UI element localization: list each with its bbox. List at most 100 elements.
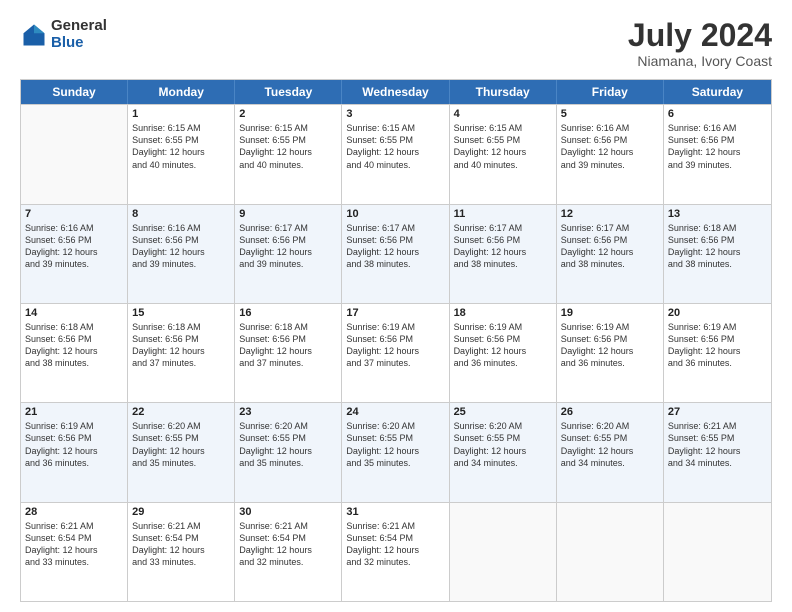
day-info: Sunrise: 6:20 AM Sunset: 6:55 PM Dayligh… — [454, 420, 552, 469]
cal-cell-w3-d4: 25Sunrise: 6:20 AM Sunset: 6:55 PM Dayli… — [450, 403, 557, 501]
header-monday: Monday — [128, 80, 235, 104]
day-number: 14 — [25, 307, 123, 319]
logo-text: General Blue — [51, 18, 107, 51]
day-info: Sunrise: 6:17 AM Sunset: 6:56 PM Dayligh… — [346, 222, 444, 271]
day-number: 20 — [668, 307, 767, 319]
day-info: Sunrise: 6:21 AM Sunset: 6:54 PM Dayligh… — [25, 520, 123, 569]
page: General Blue July 2024 Niamana, Ivory Co… — [0, 0, 792, 612]
day-info: Sunrise: 6:19 AM Sunset: 6:56 PM Dayligh… — [561, 321, 659, 370]
day-number: 1 — [132, 108, 230, 120]
day-number: 7 — [25, 208, 123, 220]
day-number: 3 — [346, 108, 444, 120]
cal-cell-w1-d6: 13 Sunrise: 6:18 AM Sunset: 6:56 PM Dayli… — [664, 205, 771, 303]
day-info: Sunrise: 6:19 AM Sunset: 6:56 PM Dayligh… — [346, 321, 444, 370]
header-thursday: Thursday — [450, 80, 557, 104]
day-info: Sunrise: 6:20 AM Sunset: 6:55 PM Dayligh… — [561, 420, 659, 469]
cal-cell-w3-d3: 24Sunrise: 6:20 AM Sunset: 6:55 PM Dayli… — [342, 403, 449, 501]
cal-cell-w1-d5: 12 Sunrise: 6:17 AM Sunset: 6:56 PM Dayli… — [557, 205, 664, 303]
day-number: 16 — [239, 307, 337, 319]
day-info: Sunrise: 6:19 AM Sunset: 6:56 PM Dayligh… — [668, 321, 767, 370]
day-number: 5 — [561, 108, 659, 120]
cal-cell-w4-d6 — [664, 503, 771, 601]
cal-cell-w0-d5: 5 Sunrise: 6:16 AM Sunset: 6:56 PM Daylig… — [557, 105, 664, 203]
week-5: 28 Sunrise: 6:21 AM Sunset: 6:54 PM Dayli… — [21, 502, 771, 601]
title-block: July 2024 Niamana, Ivory Coast — [628, 18, 772, 69]
day-info: Sunrise: 6:15 AM Sunset: 6:55 PM Dayligh… — [454, 122, 552, 171]
day-number: 12 — [561, 208, 659, 220]
cal-cell-w3-d0: 21 Sunrise: 6:19 AM Sunset: 6:56 PM Dayli… — [21, 403, 128, 501]
day-number: 6 — [668, 108, 767, 120]
day-number: 17 — [346, 307, 444, 319]
header-wednesday: Wednesday — [342, 80, 449, 104]
cal-cell-w2-d1: 15Sunrise: 6:18 AM Sunset: 6:56 PM Dayli… — [128, 304, 235, 402]
day-number: 22 — [132, 406, 230, 418]
cal-cell-w2-d2: 16 Sunrise: 6:18 AM Sunset: 6:56 PM Dayli… — [235, 304, 342, 402]
cal-cell-w0-d6: 6 Sunrise: 6:16 AM Sunset: 6:56 PM Daylig… — [664, 105, 771, 203]
day-number: 31 — [346, 506, 444, 518]
day-info: Sunrise: 6:17 AM Sunset: 6:56 PM Dayligh… — [454, 222, 552, 271]
week-1: 1 Sunrise: 6:15 AM Sunset: 6:55 PM Daylig… — [21, 104, 771, 203]
day-info: Sunrise: 6:16 AM Sunset: 6:56 PM Dayligh… — [561, 122, 659, 171]
day-number: 4 — [454, 108, 552, 120]
day-info: Sunrise: 6:17 AM Sunset: 6:56 PM Dayligh… — [239, 222, 337, 271]
logo-icon — [20, 21, 48, 49]
header-saturday: Saturday — [664, 80, 771, 104]
cal-cell-w3-d1: 22 Sunrise: 6:20 AM Sunset: 6:55 PM Dayli… — [128, 403, 235, 501]
day-number: 23 — [239, 406, 337, 418]
cal-cell-w4-d0: 28 Sunrise: 6:21 AM Sunset: 6:54 PM Dayli… — [21, 503, 128, 601]
day-info: Sunrise: 6:19 AM Sunset: 6:56 PM Dayligh… — [25, 420, 123, 469]
cal-cell-w4-d3: 31 Sunrise: 6:21 AM Sunset: 6:54 PM Dayli… — [342, 503, 449, 601]
calendar: Sunday Monday Tuesday Wednesday Thursday… — [20, 79, 772, 602]
day-info: Sunrise: 6:17 AM Sunset: 6:56 PM Dayligh… — [561, 222, 659, 271]
day-number: 21 — [25, 406, 123, 418]
header: General Blue July 2024 Niamana, Ivory Co… — [20, 18, 772, 69]
day-info: Sunrise: 6:18 AM Sunset: 6:56 PM Dayligh… — [132, 321, 230, 370]
day-info: Sunrise: 6:18 AM Sunset: 6:56 PM Dayligh… — [239, 321, 337, 370]
day-number: 18 — [454, 307, 552, 319]
week-2: 7 Sunrise: 6:16 AM Sunset: 6:56 PM Daylig… — [21, 204, 771, 303]
logo-general-text: General — [51, 18, 107, 35]
week-4: 21 Sunrise: 6:19 AM Sunset: 6:56 PM Dayli… — [21, 402, 771, 501]
day-number: 11 — [454, 208, 552, 220]
cal-cell-w1-d2: 9 Sunrise: 6:17 AM Sunset: 6:56 PM Daylig… — [235, 205, 342, 303]
day-info: Sunrise: 6:15 AM Sunset: 6:55 PM Dayligh… — [239, 122, 337, 171]
cal-cell-w1-d0: 7Sunrise: 6:16 AM Sunset: 6:56 PM Daylig… — [21, 205, 128, 303]
calendar-body: 1 Sunrise: 6:15 AM Sunset: 6:55 PM Daylig… — [21, 104, 771, 601]
calendar-header: Sunday Monday Tuesday Wednesday Thursday… — [21, 80, 771, 104]
cal-cell-w1-d3: 10 Sunrise: 6:17 AM Sunset: 6:56 PM Dayli… — [342, 205, 449, 303]
cal-cell-w2-d3: 17 Sunrise: 6:19 AM Sunset: 6:56 PM Dayli… — [342, 304, 449, 402]
day-number: 27 — [668, 406, 767, 418]
cal-cell-w4-d4 — [450, 503, 557, 601]
cal-cell-w0-d0 — [21, 105, 128, 203]
day-info: Sunrise: 6:15 AM Sunset: 6:55 PM Dayligh… — [132, 122, 230, 171]
cal-cell-w3-d5: 26 Sunrise: 6:20 AM Sunset: 6:55 PM Dayli… — [557, 403, 664, 501]
subtitle: Niamana, Ivory Coast — [628, 53, 772, 69]
day-info: Sunrise: 6:20 AM Sunset: 6:55 PM Dayligh… — [346, 420, 444, 469]
day-info: Sunrise: 6:16 AM Sunset: 6:56 PM Dayligh… — [132, 222, 230, 271]
cal-cell-w2-d6: 20 Sunrise: 6:19 AM Sunset: 6:56 PM Dayli… — [664, 304, 771, 402]
cal-cell-w3-d6: 27Sunrise: 6:21 AM Sunset: 6:55 PM Dayli… — [664, 403, 771, 501]
day-number: 10 — [346, 208, 444, 220]
cal-cell-w1-d4: 11 Sunrise: 6:17 AM Sunset: 6:56 PM Dayli… — [450, 205, 557, 303]
main-title: July 2024 — [628, 18, 772, 53]
day-info: Sunrise: 6:21 AM Sunset: 6:54 PM Dayligh… — [346, 520, 444, 569]
day-info: Sunrise: 6:20 AM Sunset: 6:55 PM Dayligh… — [132, 420, 230, 469]
cal-cell-w0-d1: 1 Sunrise: 6:15 AM Sunset: 6:55 PM Daylig… — [128, 105, 235, 203]
day-number: 26 — [561, 406, 659, 418]
cal-cell-w4-d5 — [557, 503, 664, 601]
day-number: 9 — [239, 208, 337, 220]
cal-cell-w4-d2: 30Sunrise: 6:21 AM Sunset: 6:54 PM Dayli… — [235, 503, 342, 601]
day-number: 13 — [668, 208, 767, 220]
header-tuesday: Tuesday — [235, 80, 342, 104]
cal-cell-w0-d3: 3 Sunrise: 6:15 AM Sunset: 6:55 PM Daylig… — [342, 105, 449, 203]
day-number: 30 — [239, 506, 337, 518]
cal-cell-w0-d4: 4 Sunrise: 6:15 AM Sunset: 6:55 PM Daylig… — [450, 105, 557, 203]
cal-cell-w2-d0: 14 Sunrise: 6:18 AM Sunset: 6:56 PM Dayli… — [21, 304, 128, 402]
day-info: Sunrise: 6:15 AM Sunset: 6:55 PM Dayligh… — [346, 122, 444, 171]
day-info: Sunrise: 6:18 AM Sunset: 6:56 PM Dayligh… — [25, 321, 123, 370]
day-info: Sunrise: 6:16 AM Sunset: 6:56 PM Dayligh… — [668, 122, 767, 171]
logo-blue-text: Blue — [51, 35, 107, 52]
cal-cell-w3-d2: 23Sunrise: 6:20 AM Sunset: 6:55 PM Dayli… — [235, 403, 342, 501]
day-info: Sunrise: 6:18 AM Sunset: 6:56 PM Dayligh… — [668, 222, 767, 271]
day-number: 28 — [25, 506, 123, 518]
